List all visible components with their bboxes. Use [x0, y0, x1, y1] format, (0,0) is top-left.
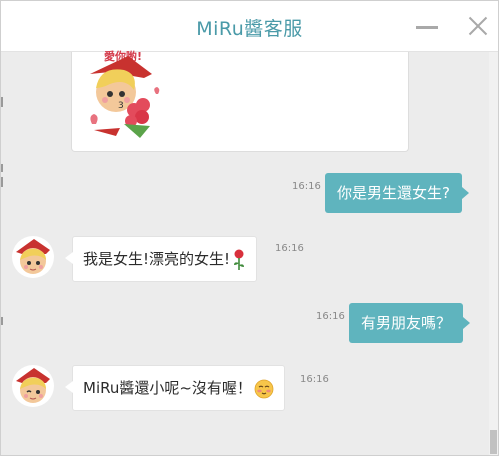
edge-marker	[1, 97, 3, 107]
received-message: MiRu醬還小呢~沒有喔！	[65, 365, 285, 411]
edge-marker	[1, 177, 3, 187]
message-time: 16:16	[316, 311, 345, 322]
sticker-message: 愛你喲! 3	[71, 49, 409, 152]
chat-window: MiRu醬客服 愛你喲! 3 16:16 你是男生還女生? 我是女生!漂亮的女生…	[0, 0, 499, 456]
close-icon[interactable]	[467, 15, 489, 37]
svg-text:3: 3	[118, 101, 124, 111]
sent-message: 有男朋友嗎？	[349, 303, 471, 343]
message-time: 16:16	[300, 374, 329, 385]
message-time: 16:16	[275, 243, 304, 254]
scrollbar-thumb[interactable]	[490, 430, 497, 454]
sent-message: 你是男生還女生?	[325, 173, 469, 213]
title-bar: MiRu醬客服	[1, 1, 498, 52]
message-text: MiRu醬還小呢~沒有喔！	[83, 379, 252, 397]
rose-icon	[234, 249, 245, 270]
edge-marker	[1, 317, 3, 325]
message-text: 我是女生!漂亮的女生!	[83, 250, 231, 268]
avatar-icon	[16, 368, 50, 403]
minimize-icon[interactable]	[416, 15, 438, 37]
scrollbar[interactable]	[489, 52, 498, 455]
avatar	[12, 236, 54, 278]
blush-emoji-icon	[254, 379, 274, 398]
received-message: 我是女生!漂亮的女生!	[64, 236, 258, 282]
love-sticker-icon: 愛你喲! 3	[90, 49, 160, 138]
avatar-icon	[16, 239, 50, 274]
edge-marker	[1, 164, 3, 172]
chat-log: 愛你喲! 3 16:16 你是男生還女生? 我是女生!漂亮的女生! 16:16 …	[1, 49, 498, 455]
avatar	[12, 365, 54, 407]
message-time: 16:16	[292, 181, 321, 192]
